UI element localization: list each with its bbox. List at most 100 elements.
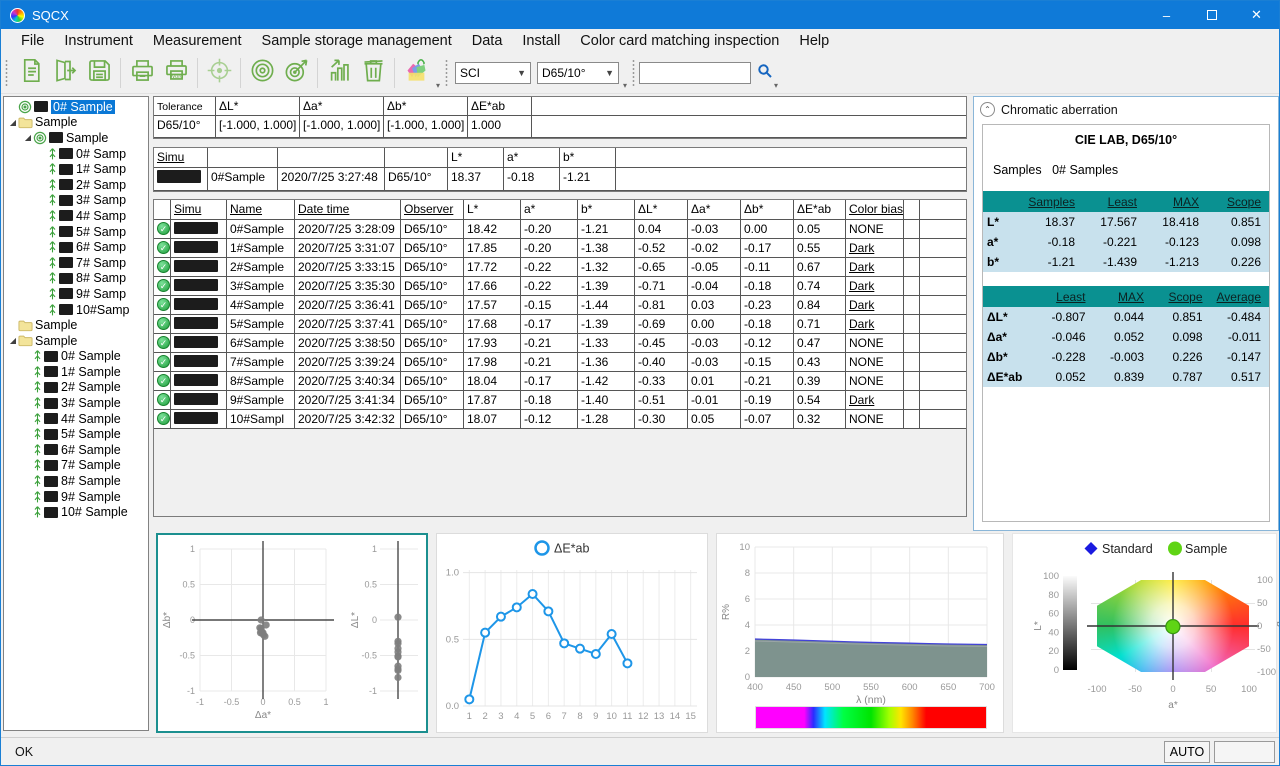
sample-row-8[interactable]: ✓8#Sample2020/7/25 3:40:34D65/10°18.04-0…: [154, 372, 966, 391]
stat-header[interactable]: Scope: [1207, 195, 1269, 209]
sample-row-6[interactable]: ✓6#Sample2020/7/25 3:38:50D65/10°17.93-0…: [154, 334, 966, 353]
tree-item-5-sample[interactable]: 5# Sample: [4, 426, 148, 442]
tree-item-9-samp[interactable]: 9# Samp: [4, 286, 148, 302]
sample-row-3[interactable]: ✓3#Sample2020/7/25 3:35:30D65/10°17.66-0…: [154, 277, 966, 296]
stat-header[interactable]: Samples: [1021, 195, 1083, 209]
tree-item-sample[interactable]: ◢Sample: [4, 333, 148, 349]
tree-expander-icon[interactable]: ◢: [8, 336, 18, 345]
tree-item-5-samp[interactable]: 5# Samp: [4, 224, 148, 240]
menu-item-color-card-matching-inspection[interactable]: Color card matching inspection: [570, 29, 789, 53]
tree-item-3-sample[interactable]: 3# Sample: [4, 395, 148, 411]
minimize-button[interactable]: –: [1144, 1, 1189, 29]
tree-item-1-sample[interactable]: 1# Sample: [4, 364, 148, 380]
sample-grid-header-color-bias[interactable]: Color bias: [846, 200, 904, 220]
tree-item-2-samp[interactable]: 2# Samp: [4, 177, 148, 193]
tree-item-7-sample[interactable]: 7# Sample: [4, 458, 148, 474]
tree-item-6-samp[interactable]: 6# Samp: [4, 239, 148, 255]
search-icon[interactable]: [757, 63, 773, 84]
print-word-button[interactable]: Word: [159, 56, 193, 90]
search-input[interactable]: [639, 62, 751, 84]
stat-header[interactable]: MAX: [1094, 290, 1153, 304]
toolbar-overflow-icon[interactable]: ▾: [436, 81, 440, 90]
menu-item-help[interactable]: Help: [789, 29, 839, 53]
tree-expander-icon[interactable]: ◢: [8, 118, 18, 127]
toolbar-overflow-icon[interactable]: ▾: [774, 81, 778, 90]
menu-item-file[interactable]: File: [11, 29, 54, 53]
tree-item-3-samp[interactable]: 3# Samp: [4, 193, 148, 209]
tree-item-8-samp[interactable]: 8# Samp: [4, 271, 148, 287]
stat-header[interactable]: MAX: [1145, 195, 1207, 209]
chart-deltaE-line-panel[interactable]: 1234567891011121314150.00.51.0ΔE*ab: [436, 533, 708, 733]
toolbar-drag-handle[interactable]: [4, 58, 9, 88]
tree-item-4-sample[interactable]: 4# Sample: [4, 411, 148, 427]
close-button[interactable]: ✕: [1234, 1, 1279, 29]
tree-item-8-sample[interactable]: 8# Sample: [4, 473, 148, 489]
sample-grid-header-simu[interactable]: Simu: [171, 200, 227, 220]
toolbar-overflow-icon[interactable]: ▾: [623, 81, 627, 90]
collapse-chevron-icon[interactable]: ⌃: [980, 102, 995, 117]
sample-grid-header-name[interactable]: Name: [227, 200, 295, 220]
tree-item-sample[interactable]: ◢Sample: [4, 130, 148, 146]
tree-item-1-samp[interactable]: 1# Samp: [4, 161, 148, 177]
chart-reflectance-panel[interactable]: 4004505005506006507000246810λ (nm)R%: [716, 533, 1004, 733]
toolbar-drag-handle[interactable]: [444, 58, 449, 88]
maximize-button[interactable]: [1189, 1, 1234, 29]
tree-item-9-sample[interactable]: 9# Sample: [4, 489, 148, 505]
menu-item-instrument[interactable]: Instrument: [54, 29, 143, 53]
tree-item-4-samp[interactable]: 4# Samp: [4, 208, 148, 224]
menu-item-install[interactable]: Install: [512, 29, 570, 53]
tree-item-10-samp[interactable]: 10#Samp: [4, 302, 148, 318]
tree-item-7-samp[interactable]: 7# Samp: [4, 255, 148, 271]
sample-color-bias[interactable]: Dark: [846, 296, 904, 315]
target-measure-button[interactable]: [279, 56, 313, 90]
export-button[interactable]: [48, 56, 82, 90]
sample-row-1[interactable]: ✓1#Sample2020/7/25 3:31:07D65/10°17.85-0…: [154, 239, 966, 258]
sample-color-bias[interactable]: Dark: [846, 315, 904, 334]
standard-simu-cell[interactable]: [154, 168, 208, 191]
illuminant-dropdown[interactable]: D65/10°▼: [537, 62, 619, 84]
tree-item-10-sample[interactable]: 10# Sample: [4, 504, 148, 520]
menu-item-data[interactable]: Data: [462, 29, 513, 53]
sci-dropdown[interactable]: SCI▼: [455, 62, 531, 84]
sample-row-5[interactable]: ✓5#Sample2020/7/25 3:37:41D65/10°17.68-0…: [154, 315, 966, 334]
auto-button[interactable]: AUTO: [1164, 741, 1210, 763]
crosshair-button[interactable]: [202, 56, 236, 90]
menu-item-sample-storage-management[interactable]: Sample storage management: [252, 29, 462, 53]
sample-row-7[interactable]: ✓7#Sample2020/7/25 3:39:24D65/10°17.98-0…: [154, 353, 966, 372]
print-button[interactable]: [125, 56, 159, 90]
menu-item-measurement[interactable]: Measurement: [143, 29, 252, 53]
standard-grid-header-simu[interactable]: Simu: [154, 148, 208, 168]
toolbar-drag-handle[interactable]: [631, 58, 636, 88]
sample-color-bias[interactable]: Dark: [846, 391, 904, 410]
sample-row-4[interactable]: ✓4#Sample2020/7/25 3:36:41D65/10°17.57-0…: [154, 296, 966, 315]
chart-ab-scatter-panel[interactable]: -1-1-0.5-0.5000.50.511Δa*Δb*-1-0.500.51Δ…: [156, 533, 428, 733]
new-document-button[interactable]: [14, 56, 48, 90]
stat-header[interactable]: Scope: [1152, 290, 1211, 304]
stat-header[interactable]: Average: [1211, 290, 1270, 304]
sample-color-bias[interactable]: Dark: [846, 277, 904, 296]
calibration-circles-button[interactable]: [245, 56, 279, 90]
sample-grid-header-observer[interactable]: Observer: [401, 200, 464, 220]
tree-item-0-sample[interactable]: 0# Sample: [4, 99, 148, 115]
tree-item-sample[interactable]: Sample: [4, 317, 148, 333]
save-button[interactable]: [82, 56, 116, 90]
sample-grid-header-date-time[interactable]: Date time: [295, 200, 401, 220]
chart-gamut-panel[interactable]: StandardSample100806040200L*-100-5005010…: [1012, 533, 1277, 733]
stat-header[interactable]: Least: [1083, 195, 1145, 209]
sample-row-9[interactable]: ✓9#Sample2020/7/25 3:41:34D65/10°17.87-0…: [154, 391, 966, 410]
tree-expander-icon[interactable]: ◢: [23, 133, 33, 142]
tree-item-2-sample[interactable]: 2# Sample: [4, 380, 148, 396]
tree-item-sample[interactable]: ◢Sample: [4, 115, 148, 131]
sample-color-bias[interactable]: Dark: [846, 239, 904, 258]
color-cards-button[interactable]: [399, 56, 433, 90]
sample-row-2[interactable]: ✓2#Sample2020/7/25 3:33:15D65/10°17.72-0…: [154, 258, 966, 277]
tree-item-6-sample[interactable]: 6# Sample: [4, 442, 148, 458]
tree-item-0-sample[interactable]: 0# Sample: [4, 349, 148, 365]
sample-row-10[interactable]: ✓10#Sampl2020/7/25 3:42:32D65/10°18.07-0…: [154, 410, 966, 429]
sample-row-0[interactable]: ✓0#Sample2020/7/25 3:28:09D65/10°18.42-0…: [154, 220, 966, 239]
delete-button[interactable]: [356, 56, 390, 90]
stat-header[interactable]: Least: [1035, 290, 1094, 304]
chart-button[interactable]: [322, 56, 356, 90]
tree-item-0-samp[interactable]: 0# Samp: [4, 146, 148, 162]
sample-color-bias[interactable]: Dark: [846, 258, 904, 277]
